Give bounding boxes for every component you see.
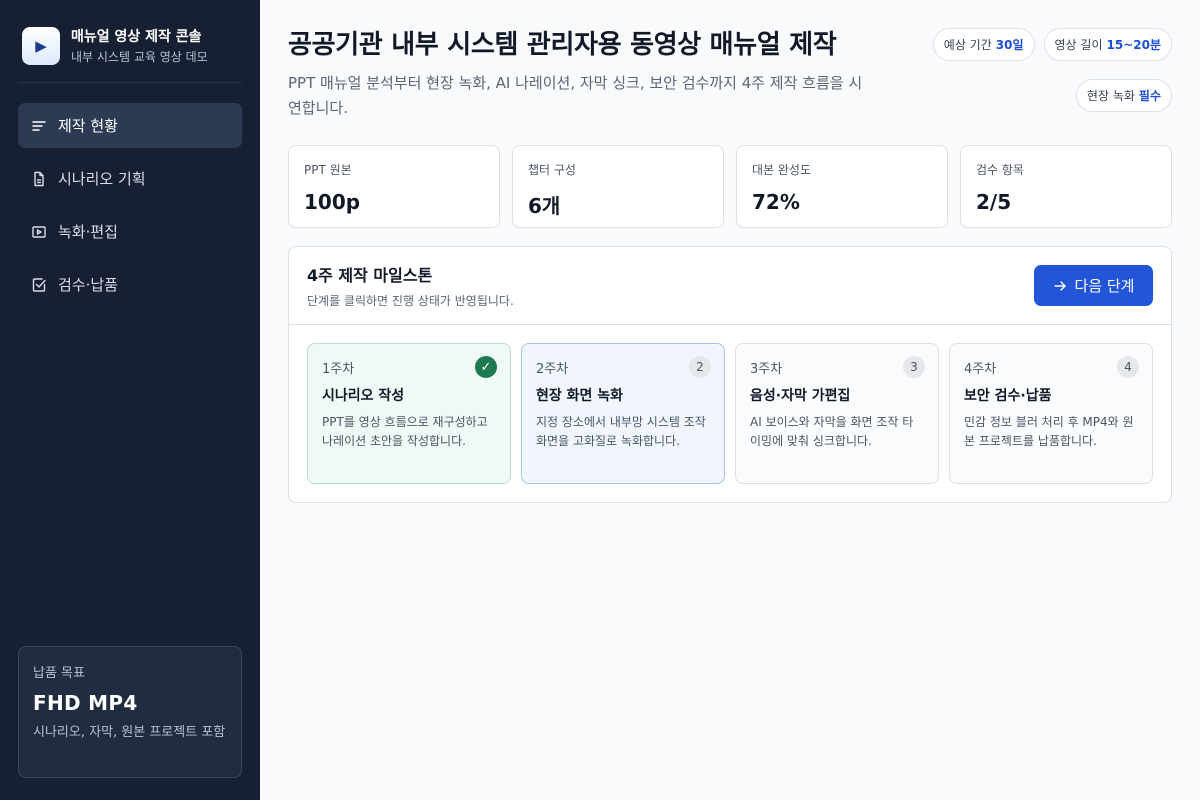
sidebar-item-label: 시나리오 기획 <box>58 170 146 188</box>
sidebar-item-scenario[interactable]: 시나리오 기획 <box>18 156 242 201</box>
step-card-week-2[interactable]: 2주차 현장 화면 녹화 지정 장소에서 내부망 시스템 조작 화면을 고화질로… <box>521 343 725 484</box>
milestone-steps: 1주차 시나리오 작성 PPT를 영상 흐름으로 재구성하고 나레이션 초안을 … <box>289 325 1171 502</box>
stat-label: 챕터 구성 <box>528 163 576 177</box>
brand-text: 매뉴얼 영상 제작 콘솔 내부 시스템 교육 영상 데모 <box>71 28 208 65</box>
milestone-title: 4주 제작 마일스톤 <box>307 266 433 285</box>
list-icon <box>30 117 48 135</box>
step-number-badge: 2 <box>689 356 711 378</box>
next-step-button[interactable]: 다음 단계 <box>1034 265 1153 306</box>
pill-value: 필수 <box>1138 89 1161 103</box>
check-icon: ✓ <box>475 356 497 378</box>
sidebar-item-label: 검수·납품 <box>58 276 118 294</box>
stat-value: 100p <box>304 190 361 214</box>
stat-label: 검수 항목 <box>976 163 1024 177</box>
step-description: AI 보이스와 자막을 화면 조작 타이밍에 맞춰 싱크합니다. <box>750 415 914 448</box>
step-week: 1주차 <box>322 362 355 377</box>
sidebar-item-production-status[interactable]: 제작 현황 <box>18 103 242 148</box>
brand-subtitle: 내부 시스템 교육 영상 데모 <box>71 49 208 64</box>
delivery-goal-card: 납품 목표 FHD MP4 시나리오, 자막, 원본 프로젝트 포함 <box>18 646 242 778</box>
step-title: 시나리오 작성 <box>322 388 405 404</box>
stats-row: PPT 원본 100p 챕터 구성 6개 대본 완성도 72% 검수 항목 2/… <box>288 145 1172 228</box>
sidebar-item-label: 녹화·편집 <box>58 223 118 241</box>
stat-label: 대본 완성도 <box>752 163 812 177</box>
milestone-subtitle: 단계를 클릭하면 진행 상태가 반영됩니다. <box>307 294 514 308</box>
step-title: 현장 화면 녹화 <box>536 388 624 404</box>
document-icon <box>30 170 48 188</box>
page-description: PPT 매뉴얼 분석부터 현장 녹화, AI 나레이션, 자막 싱크, 보안 검… <box>288 74 863 117</box>
stat-value: 6개 <box>528 194 561 218</box>
stat-value: 72% <box>752 190 800 214</box>
sidebar-item-review[interactable]: 검수·납품 <box>18 262 242 307</box>
step-card-week-1[interactable]: 1주차 시나리오 작성 PPT를 영상 흐름으로 재구성하고 나레이션 초안을 … <box>307 343 511 484</box>
stat-card-chapters: 챕터 구성 6개 <box>512 145 724 228</box>
milestone-header: 4주 제작 마일스톤 단계를 클릭하면 진행 상태가 반영됩니다. 다음 단계 <box>289 247 1171 325</box>
step-card-week-4[interactable]: 4주차 보안 검수·납품 민감 정보 블러 처리 후 MP4와 원본 프로젝트를… <box>949 343 1153 484</box>
page-title: 공공기관 내부 시스템 관리자용 동영상 매뉴얼 제작 <box>288 30 837 60</box>
next-step-label: 다음 단계 <box>1074 277 1135 295</box>
goal-value: FHD MP4 <box>33 691 138 715</box>
step-week: 2주차 <box>536 362 569 377</box>
title-block: 공공기관 내부 시스템 관리자용 동영상 매뉴얼 제작 PPT 매뉴얼 분석부터… <box>288 28 868 121</box>
pill-label: 영상 길이 <box>1054 38 1103 52</box>
step-description: 민감 정보 블러 처리 후 MP4와 원본 프로젝트를 납품합니다. <box>964 415 1134 448</box>
play-logo-icon: ▶ <box>22 27 60 65</box>
app-root: ▶ 매뉴얼 영상 제작 콘솔 내부 시스템 교육 영상 데모 제작 현황 시나리… <box>0 0 1200 800</box>
step-week: 3주차 <box>750 362 783 377</box>
sidebar-item-label: 제작 현황 <box>58 117 118 135</box>
page-header: 공공기관 내부 시스템 관리자용 동영상 매뉴얼 제작 PPT 매뉴얼 분석부터… <box>288 28 1172 121</box>
stat-card-review: 검수 항목 2/5 <box>960 145 1172 228</box>
pill-label: 예상 기간 <box>943 38 992 52</box>
goal-label: 납품 목표 <box>33 666 85 681</box>
main-content: 공공기관 내부 시스템 관리자용 동영상 매뉴얼 제작 PPT 매뉴얼 분석부터… <box>260 0 1200 800</box>
stat-card-ppt: PPT 원본 100p <box>288 145 500 228</box>
sidebar-item-recording[interactable]: 녹화·편집 <box>18 209 242 254</box>
arrow-right-icon <box>1053 280 1066 291</box>
brand: ▶ 매뉴얼 영상 제작 콘솔 내부 시스템 교육 영상 데모 <box>18 22 242 83</box>
goal-description: 시나리오, 자막, 원본 프로젝트 포함 <box>33 725 226 740</box>
pill-duration: 예상 기간 30일 <box>932 28 1035 61</box>
stat-label: PPT 원본 <box>304 163 352 177</box>
stat-value: 2/5 <box>976 190 1012 214</box>
pill-label: 현장 녹화 <box>1086 89 1135 103</box>
pill-value: 15~20분 <box>1106 38 1162 52</box>
step-title: 보안 검수·납품 <box>964 388 1052 404</box>
sidebar: ▶ 매뉴얼 영상 제작 콘솔 내부 시스템 교육 영상 데모 제작 현황 시나리… <box>0 0 260 800</box>
brand-title: 매뉴얼 영상 제작 콘솔 <box>71 28 202 45</box>
step-card-week-3[interactable]: 3주차 음성·자막 가편집 AI 보이스와 자막을 화면 조작 타이밍에 맞춰 … <box>735 343 939 484</box>
sidebar-nav: 제작 현황 시나리오 기획 녹화·편집 검수·납품 <box>18 103 242 307</box>
step-number-badge: 4 <box>1117 356 1139 378</box>
info-pills: 예상 기간 30일 영상 길이 15~20분 현장 녹화 필수 <box>902 28 1172 121</box>
pill-video-length: 영상 길이 15~20분 <box>1043 28 1172 61</box>
step-number-badge: 3 <box>903 356 925 378</box>
step-description: PPT를 영상 흐름으로 재구성하고 나레이션 초안을 작성합니다. <box>322 415 488 448</box>
pill-value: 30일 <box>995 38 1024 52</box>
video-icon <box>30 223 48 241</box>
stat-card-script: 대본 완성도 72% <box>736 145 948 228</box>
milestone-heading: 4주 제작 마일스톤 단계를 클릭하면 진행 상태가 반영됩니다. <box>307 262 514 309</box>
checkbox-icon <box>30 276 48 294</box>
milestone-panel: 4주 제작 마일스톤 단계를 클릭하면 진행 상태가 반영됩니다. 다음 단계 … <box>288 246 1172 503</box>
pill-onsite-recording: 현장 녹화 필수 <box>1075 79 1172 112</box>
step-title: 음성·자막 가편집 <box>750 388 851 404</box>
step-description: 지정 장소에서 내부망 시스템 조작 화면을 고화질로 녹화합니다. <box>536 415 706 448</box>
step-week: 4주차 <box>964 362 997 377</box>
